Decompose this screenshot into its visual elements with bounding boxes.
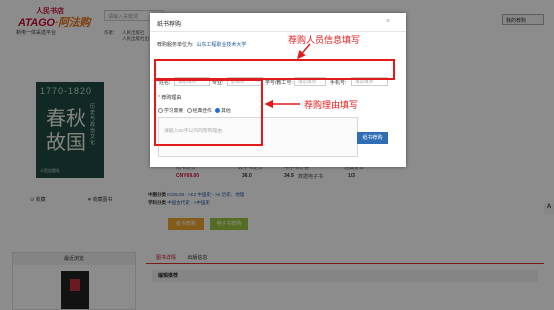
service-unit-label: 荐购服务单位为: xyxy=(157,42,194,48)
submit-recommend-button[interactable]: 纸书荐购 xyxy=(357,132,388,144)
annotation-box-personal-info xyxy=(154,59,395,80)
phone-label: 手机号: xyxy=(330,80,347,86)
student-id-label: 学号/教工号: xyxy=(265,80,293,86)
annotation-text-personal-info: 荐购人员信息填写 xyxy=(288,35,361,45)
service-unit-value: 山东工程职业技术大学 xyxy=(196,42,247,48)
dialog-title: 纸书荐购 xyxy=(157,22,182,28)
annotation-box-reason xyxy=(154,79,263,146)
dialog-divider xyxy=(150,31,406,32)
annotation-text-reason: 荐购理由填写 xyxy=(304,100,359,110)
service-unit-row: 荐购服务单位为: 山东工程职业技术大学 xyxy=(157,41,246,48)
close-icon[interactable]: × xyxy=(386,18,390,25)
